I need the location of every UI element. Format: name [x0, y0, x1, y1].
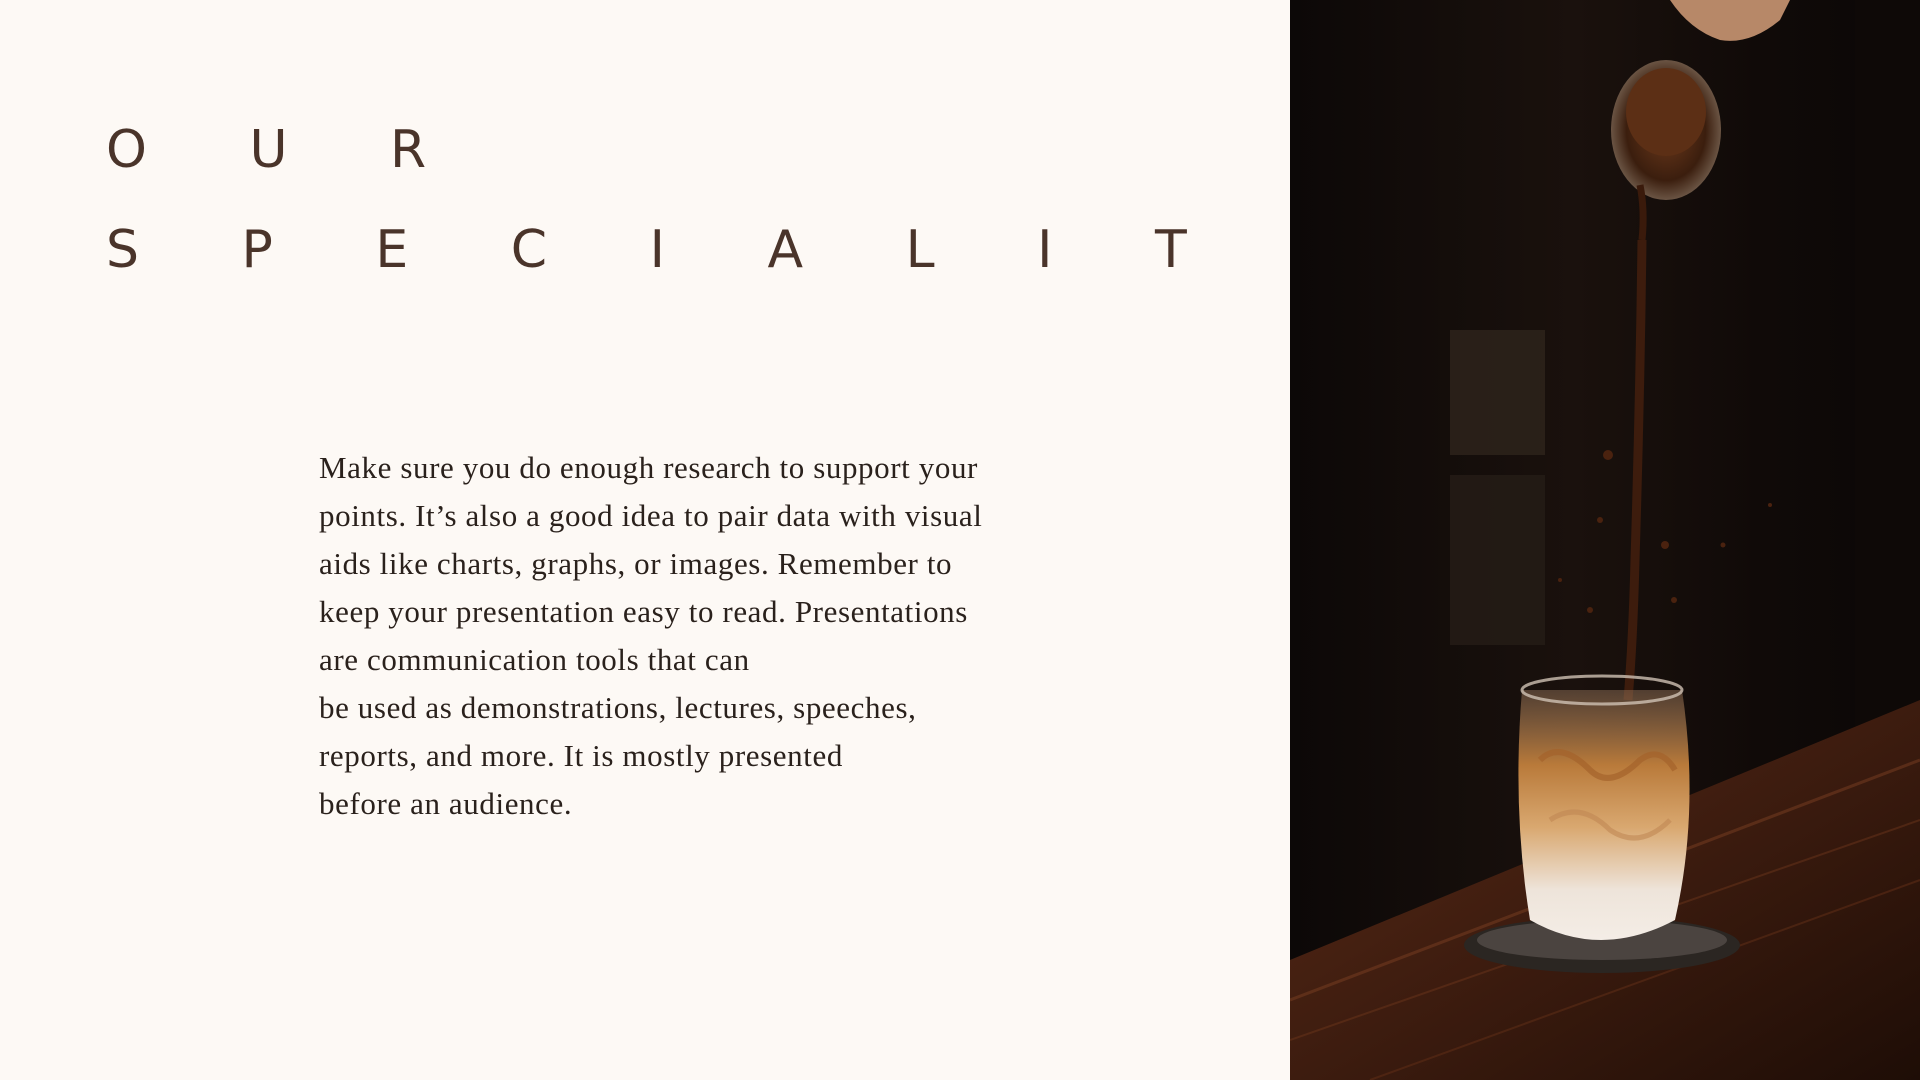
coffee-pour-photo [1290, 0, 1920, 1080]
body-paragraph: Make sure you do enough research to supp… [319, 450, 983, 821]
slide: O U R S P E C I A L I T I E S Make sure … [0, 0, 1920, 1080]
